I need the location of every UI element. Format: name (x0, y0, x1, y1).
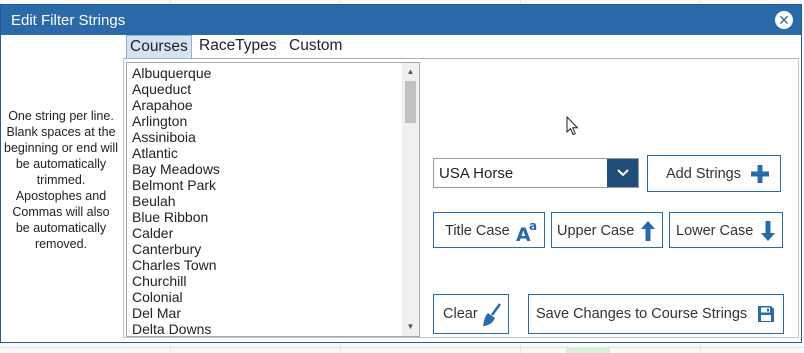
dialog-titlebar: Edit Filter Strings ✕ (1, 5, 801, 35)
list-item: Assiniboia (132, 129, 196, 145)
list-item: Aqueduct (132, 81, 192, 97)
list-item: Beulah (132, 193, 176, 209)
clear-button[interactable]: Clear (433, 294, 509, 334)
list-item: Albuquerque (132, 65, 212, 81)
list-item: Arapahoe (132, 97, 193, 113)
close-icon[interactable]: ✕ (775, 11, 793, 29)
add-strings-button[interactable]: Add Strings (647, 155, 781, 192)
title-case-icon: A a (516, 219, 537, 244)
scrollbar-thumb[interactable] (405, 81, 416, 123)
list-item: Atlantic (132, 145, 178, 161)
lower-case-label: Lower Case (676, 223, 754, 239)
help-text: One string per line. Blank spaces at the… (4, 109, 118, 251)
scroll-down-arrow-icon[interactable]: ▼ (402, 320, 419, 334)
clear-label: Clear (443, 306, 478, 322)
list-item: Churchill (132, 273, 187, 289)
list-item: Canterbury (132, 241, 202, 257)
list-scrollbar[interactable]: ▲ ▼ (402, 63, 419, 336)
list-item: Calder (132, 225, 174, 241)
list-item: Arlington (132, 113, 188, 129)
preset-select-value: USA Horse (439, 165, 514, 182)
list-item: Del Mar (132, 305, 182, 321)
title-case-label: Title Case (445, 223, 510, 239)
mouse-cursor-icon (566, 116, 579, 136)
list-item: Colonial (132, 289, 183, 305)
dialog-title: Edit Filter Strings (11, 12, 126, 29)
select-dropdown-button[interactable] (607, 159, 638, 187)
list-item: Belmont Park (132, 177, 217, 193)
upper-case-button[interactable]: Upper Case (551, 212, 663, 248)
scroll-up-arrow-icon[interactable]: ▲ (402, 65, 419, 79)
course-list: Albuquerque Aqueduct Arapahoe Arlington … (132, 65, 220, 337)
add-strings-label: Add Strings (666, 166, 741, 182)
list-item: Delta Downs (132, 321, 212, 337)
floppy-disk-icon (758, 306, 774, 322)
course-strings-textarea[interactable]: Albuquerque Aqueduct Arapahoe Arlington … (126, 62, 420, 337)
save-changes-button[interactable]: Save Changes to Course Strings (528, 294, 784, 334)
arrow-up-icon (641, 221, 655, 241)
tab-custom[interactable]: Custom (286, 35, 345, 59)
list-item: Blue Ribbon (132, 209, 209, 225)
tab-racetypes[interactable]: RaceTypes (196, 35, 280, 59)
title-case-button[interactable]: Title Case A a (433, 212, 545, 248)
save-changes-label: Save Changes to Course Strings (536, 306, 748, 322)
list-item: Charles Town (132, 257, 217, 273)
arrow-down-icon (761, 221, 775, 241)
svg-text:a: a (529, 219, 537, 233)
lower-case-button[interactable]: Lower Case (669, 212, 783, 248)
broom-icon (483, 303, 502, 326)
plus-icon (751, 165, 769, 183)
list-item: Bay Meadows (132, 161, 220, 177)
upper-case-label: Upper Case (557, 223, 635, 239)
tab-courses[interactable]: Courses (126, 35, 192, 59)
preset-select[interactable]: USA Horse (433, 158, 639, 188)
chevron-down-icon (616, 169, 629, 177)
